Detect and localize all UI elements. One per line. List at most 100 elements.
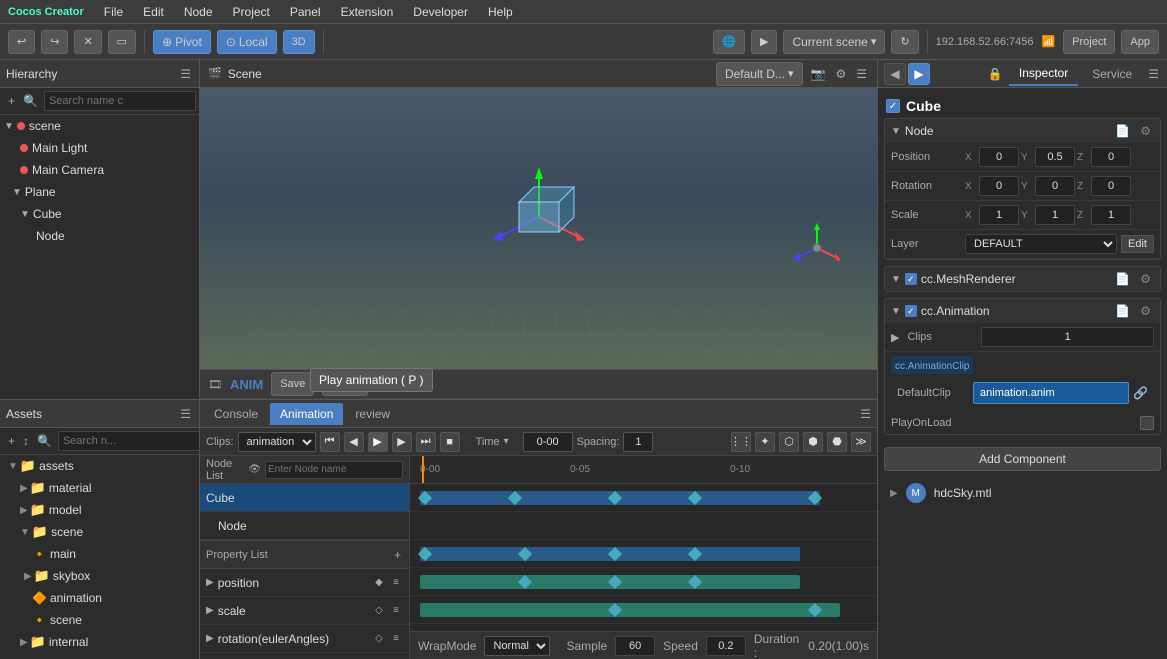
hierarchy-add-icon[interactable]: +: [6, 92, 17, 110]
playonload-checkbox[interactable]: [1140, 416, 1154, 430]
play-button[interactable]: ▶: [751, 30, 777, 54]
tree-item-maincamera[interactable]: Main Camera: [0, 159, 199, 181]
tab-animation[interactable]: Animation: [270, 403, 343, 425]
hdcsky-row[interactable]: ▶ M hdcSky.mtl: [884, 477, 1161, 509]
menu-developer[interactable]: Developer: [409, 5, 472, 19]
layer-select[interactable]: DEFAULT: [965, 234, 1117, 254]
redo-button[interactable]: ↪: [41, 30, 68, 54]
mesh-comp-header[interactable]: ▼ ✓ cc.MeshRenderer 📄 ⚙: [885, 267, 1160, 291]
anim-file-icon[interactable]: 📄: [1112, 303, 1133, 319]
sample-input[interactable]: [615, 636, 655, 656]
tree-item-scene[interactable]: ▼ scene: [0, 115, 199, 137]
wrapmode-select[interactable]: Normal: [484, 636, 550, 656]
skip-start-btn[interactable]: ⏮: [320, 432, 340, 452]
menu-extension[interactable]: Extension: [337, 5, 398, 19]
clips-count-input[interactable]: [981, 327, 1154, 347]
inspector-menu-icon[interactable]: ☰: [1146, 65, 1161, 83]
node-enable-checkbox[interactable]: ✓: [886, 99, 900, 113]
scale-y-input[interactable]: [1035, 205, 1075, 225]
more-btn[interactable]: ≫: [851, 432, 871, 452]
time-input[interactable]: [523, 432, 573, 452]
playhead[interactable]: [422, 456, 424, 483]
tree-item-mainlight[interactable]: Main Light: [0, 137, 199, 159]
node-comp-header[interactable]: ▼ Node 📄 ⚙: [885, 119, 1160, 143]
refresh-button[interactable]: ↻: [891, 30, 918, 54]
menu-edit[interactable]: Edit: [139, 5, 168, 19]
app-button[interactable]: App: [1121, 30, 1159, 54]
scene-settings-icon[interactable]: ⚙: [833, 65, 848, 83]
add-property-btn[interactable]: +: [392, 546, 403, 564]
node-search-input[interactable]: [265, 461, 403, 479]
local-button[interactable]: ⊙ Local: [217, 30, 277, 54]
anim-save-btn[interactable]: Save: [271, 372, 314, 396]
next-frame-btn[interactable]: ▶: [392, 432, 412, 452]
menu-help[interactable]: Help: [484, 5, 517, 19]
hierarchy-search-icon[interactable]: 🔍: [21, 92, 40, 110]
menu-project[interactable]: Project: [229, 5, 274, 19]
prev-frame-btn[interactable]: ◀: [344, 432, 364, 452]
paste-btn[interactable]: ⬢: [803, 432, 823, 452]
tab-inspector[interactable]: Inspector: [1009, 62, 1078, 86]
menu-file[interactable]: File: [100, 5, 127, 19]
skip-end-btn[interactable]: ⏭: [416, 432, 436, 452]
defaultclip-input[interactable]: [973, 382, 1129, 404]
add-component-button[interactable]: Add Component: [884, 447, 1161, 471]
anim-comp-header[interactable]: ▼ ✓ cc.Animation 📄 ⚙: [885, 299, 1160, 323]
copy-btn[interactable]: ⬡: [779, 432, 799, 452]
mesh-file-icon[interactable]: 📄: [1112, 271, 1133, 287]
hierarchy-search-input[interactable]: [44, 91, 196, 111]
tree-item-cube[interactable]: ▼ Cube: [0, 203, 199, 225]
scene-default-dropdown[interactable]: Default D... ▾: [716, 62, 803, 86]
node-row-cube[interactable]: Cube: [200, 484, 409, 512]
nav-back-btn[interactable]: ◀: [884, 63, 906, 85]
transform-button[interactable]: ✕: [74, 30, 101, 54]
layer-edit-btn[interactable]: Edit: [1121, 235, 1154, 253]
node-comp-gear-icon[interactable]: ⚙: [1137, 123, 1154, 139]
rot-z-input[interactable]: [1091, 176, 1131, 196]
scene-menu-icon[interactable]: ☰: [854, 65, 869, 83]
pos-z-input[interactable]: [1091, 147, 1131, 167]
scale-z-input[interactable]: [1091, 205, 1131, 225]
menu-node[interactable]: Node: [180, 5, 217, 19]
menu-panel[interactable]: Panel: [286, 5, 325, 19]
rot-y-input[interactable]: [1035, 176, 1075, 196]
prop-row-rotation[interactable]: ▶ rotation(eulerAngles) ◇ ≡: [200, 625, 409, 653]
mesh-gear-icon[interactable]: ⚙: [1137, 271, 1154, 287]
scale-x-input[interactable]: [979, 205, 1019, 225]
node-comp-file-icon[interactable]: 📄: [1112, 123, 1133, 139]
nav-forward-btn[interactable]: ▶: [908, 63, 930, 85]
tab-review[interactable]: review: [345, 403, 400, 425]
play-btn[interactable]: ▶: [368, 432, 388, 452]
node-row-node[interactable]: Node: [200, 512, 409, 540]
scene-camera-icon[interactable]: 📷: [809, 65, 828, 83]
defaultclip-link-icon[interactable]: 🔗: [1133, 386, 1148, 400]
undo-button[interactable]: ↩: [8, 30, 35, 54]
anim-checkbox[interactable]: ✓: [905, 305, 917, 317]
clips-dropdown[interactable]: animation: [238, 432, 316, 452]
hierarchy-menu-icon[interactable]: ☰: [178, 65, 193, 83]
add-key-btn[interactable]: ✦: [755, 432, 775, 452]
lock-icon[interactable]: 🔒: [986, 65, 1005, 83]
delete-key-btn[interactable]: ⬣: [827, 432, 847, 452]
keyframe-btn[interactable]: ⋮⋮: [731, 432, 751, 452]
pivot-button[interactable]: ⊕ Pivot: [153, 30, 211, 54]
scene-view[interactable]: [200, 88, 877, 369]
project-button[interactable]: Project: [1063, 30, 1115, 54]
prop-row-scale[interactable]: ▶ scale ◇ ≡: [200, 597, 409, 625]
globe-button[interactable]: 🌐: [713, 30, 745, 54]
layout-button[interactable]: ▭: [108, 30, 136, 54]
anim-panel-menu[interactable]: ☰: [858, 405, 873, 423]
pos-y-input[interactable]: [1035, 147, 1075, 167]
tab-service[interactable]: Service: [1082, 63, 1142, 85]
3d-button[interactable]: 3D: [283, 30, 315, 54]
speed-input[interactable]: [706, 636, 746, 656]
scene-dropdown-button[interactable]: Current scene ▾: [783, 30, 885, 54]
rot-x-input[interactable]: [979, 176, 1019, 196]
stop-btn[interactable]: ■: [440, 432, 460, 452]
pos-x-input[interactable]: [979, 147, 1019, 167]
spacing-input[interactable]: [623, 432, 653, 452]
tab-console[interactable]: Console: [204, 403, 268, 425]
tree-item-node[interactable]: Node: [0, 225, 199, 247]
prop-row-position[interactable]: ▶ position ◆ ≡: [200, 569, 409, 597]
anim-gear-icon[interactable]: ⚙: [1137, 303, 1154, 319]
